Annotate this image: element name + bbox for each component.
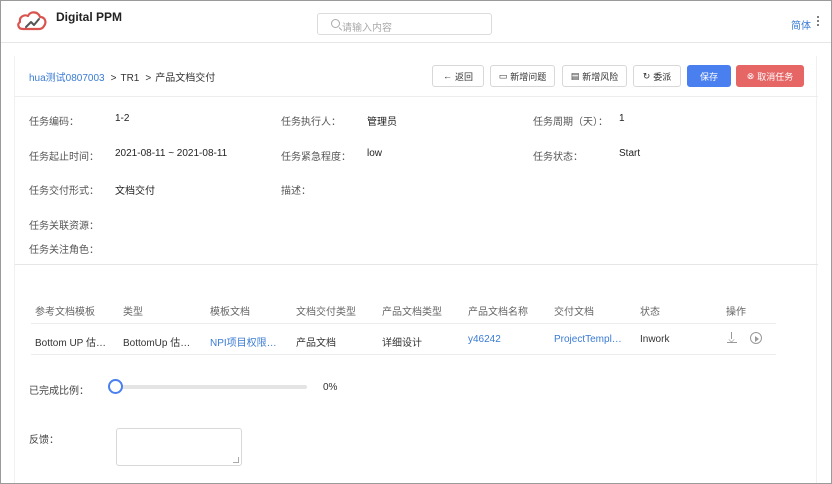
table-header-cell: 操作	[726, 307, 746, 318]
task-urgency-field: 任务紧急程度： low	[281, 148, 383, 163]
feedback-label: 反馈：	[29, 435, 59, 446]
delivery-document-link[interactable]: ProjectTempl…	[554, 334, 632, 345]
task-status-value: Start	[619, 148, 641, 159]
table-header-cell: 交付文档	[554, 307, 594, 318]
arrow-left-icon: ←	[442, 70, 452, 81]
table-header-cell: 类型	[123, 307, 143, 318]
table-cell: 产品文档	[296, 338, 336, 349]
progress-label: 已完成比例：	[29, 386, 89, 397]
task-delivery-field: 任务交付形式： 文档交付	[29, 182, 155, 197]
app-window: Digital PPM 请输入内容 简体 hua测试0807003 > TR1 > 产品…	[0, 0, 832, 484]
task-dates-value: 2021-08-11 ~ 2021-08-11	[115, 148, 228, 159]
breadcrumb-project-link[interactable]: hua测试0807003	[29, 73, 105, 84]
progress-value: 0%	[323, 382, 338, 393]
table-cell-status: Inwork	[640, 334, 670, 345]
table-divider	[31, 354, 776, 355]
task-code-value: 1-2	[115, 113, 130, 124]
new-issue-button[interactable]: ▭ 新增问题	[490, 65, 555, 87]
breadcrumb: hua测试0807003 > TR1 > 产品文档交付	[29, 73, 216, 84]
top-bar: Digital PPM 请输入内容 简体	[1, 1, 831, 43]
task-detail-panel: hua测试0807003 > TR1 > 产品文档交付 ← 返回 ▭ 新增问题 ▤ 新增…	[14, 56, 818, 483]
task-executor-value: 管理员	[367, 117, 397, 128]
task-dates-field: 任务起止时间： 2021-08-11 ~ 2021-08-11	[29, 148, 228, 163]
breadcrumb-stage[interactable]: TR1	[120, 73, 139, 84]
table-header-cell: 文档交付类型	[296, 307, 356, 318]
document-icon: ▤	[570, 70, 580, 81]
resize-handle-icon[interactable]	[233, 457, 239, 463]
table-header-cell: 模板文档	[210, 307, 250, 318]
table-cell: Bottom UP 估…	[35, 338, 106, 349]
table-divider	[31, 323, 776, 324]
table-header-cell: 参考文档模板	[35, 307, 95, 318]
new-risk-button[interactable]: ▤ 新增风险	[562, 65, 627, 87]
search-input[interactable]: 请输入内容	[317, 13, 492, 35]
table-cell: 详细设计	[382, 338, 422, 349]
folder-icon: ▭	[498, 70, 508, 81]
task-code-field: 任务编码： 1-2	[29, 113, 130, 128]
task-executor-field: 任务执行人： 管理员	[281, 113, 397, 128]
task-delivery-value: 文档交付	[115, 186, 155, 197]
back-button[interactable]: ← 返回	[432, 65, 484, 87]
progress-slider-handle[interactable]	[108, 379, 123, 394]
task-urgency-value: low	[367, 148, 383, 159]
product-document-link[interactable]: y46242	[468, 334, 546, 345]
breadcrumb-current: 产品文档交付	[155, 73, 216, 84]
search-placeholder: 请输入内容	[342, 23, 392, 34]
table-header-cell: 产品文档类型	[382, 307, 442, 318]
more-menu-icon[interactable]	[816, 15, 820, 27]
table-header-cell: 状态	[640, 307, 660, 318]
task-period-value: 1	[619, 113, 625, 124]
table-cell: BottomUp 估…	[123, 338, 191, 349]
download-icon[interactable]	[727, 332, 737, 344]
task-description-field: 描述：	[281, 186, 311, 197]
refresh-icon: ↻	[642, 70, 651, 81]
progress-slider-track[interactable]	[115, 385, 307, 389]
divider	[15, 96, 818, 97]
task-resources-field: 任务关联资源：	[29, 221, 99, 232]
task-roles-field: 任务关注角色：	[29, 245, 99, 256]
language-switch[interactable]: 简体	[791, 17, 811, 32]
feedback-textarea[interactable]	[116, 428, 242, 466]
search-icon	[331, 19, 340, 28]
cancel-circle-icon: ⊗	[746, 70, 755, 81]
cloud-logo-icon	[17, 11, 47, 31]
save-button[interactable]: 保存	[687, 65, 731, 87]
task-period-field: 任务周期（天）： 1	[533, 113, 625, 128]
divider	[15, 264, 818, 265]
delegate-button[interactable]: ↻ 委派	[633, 65, 681, 87]
brand-name: Digital PPM	[56, 10, 123, 24]
table-header-cell: 产品文档名称	[468, 307, 528, 318]
play-circle-icon[interactable]	[750, 332, 762, 344]
cancel-task-button[interactable]: ⊗ 取消任务	[736, 65, 804, 87]
template-document-link[interactable]: NPI项目权限…	[210, 334, 288, 349]
task-status-field: 任务状态： Start	[533, 148, 641, 163]
